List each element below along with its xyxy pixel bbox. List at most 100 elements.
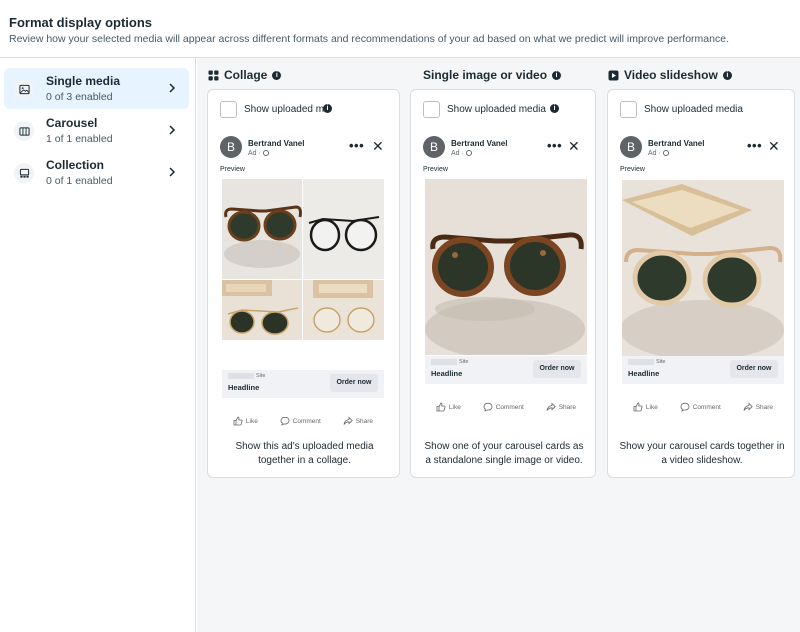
show-uploaded-media-checkbox[interactable]: [620, 101, 637, 118]
headline: Headline: [628, 369, 660, 378]
sidebar-item-single-media[interactable]: Single media 0 of 3 enabled: [4, 68, 189, 109]
site-label: Site: [459, 359, 469, 365]
site-placeholder: [628, 359, 654, 365]
column-title: Video slideshow: [624, 68, 718, 82]
image-icon: [14, 79, 34, 99]
collage-image-tortoise: [222, 179, 302, 279]
checkbox-label: Show uploaded media: [644, 104, 743, 115]
ad-label: Ad ·: [648, 150, 669, 157]
site-label: Site: [656, 359, 666, 365]
globe-icon: [262, 150, 269, 157]
info-icon[interactable]: i: [552, 70, 562, 80]
like-button[interactable]: Like: [633, 402, 658, 412]
format-description: Show one of your carousel cards as a sta…: [424, 441, 584, 466]
column-title-single-image: Single image or video i: [423, 68, 562, 82]
collection-icon: [14, 163, 34, 183]
ad-label: Ad ·: [248, 150, 269, 157]
page-subtitle: Review how your selected media will appe…: [9, 33, 729, 45]
avatar: B: [423, 136, 445, 158]
close-icon[interactable]: ✕: [768, 139, 780, 153]
chevron-right-icon: [165, 165, 179, 179]
column-title-collage: Collage i: [208, 68, 282, 82]
globe-icon: [465, 150, 472, 157]
sidebar-item-carousel[interactable]: Carousel 1 of 1 enabled: [4, 110, 189, 151]
avatar: B: [620, 136, 642, 158]
sidebar-item-label: Single media: [46, 74, 121, 88]
more-options-icon[interactable]: •••: [547, 139, 562, 152]
thumbs-up-icon: [436, 402, 446, 412]
site-placeholder: [228, 373, 254, 379]
close-icon[interactable]: ✕: [372, 139, 384, 153]
format-sidebar: Single media 0 of 3 enabled Carousel 1 o…: [0, 58, 196, 632]
post-actions: Like Comment Share: [425, 399, 587, 415]
checkbox-label: Show uploaded me: [244, 104, 330, 115]
page-title: Format display options: [9, 15, 153, 30]
grid-icon: [208, 70, 219, 81]
preview-card-video-slideshow: Show uploaded media B Bertrand Vanel Ad …: [607, 89, 795, 478]
sidebar-item-label: Carousel: [46, 116, 98, 130]
site-label: Site: [256, 373, 266, 379]
comment-button[interactable]: Comment: [280, 416, 321, 426]
format-description: Show your carousel cards together in a v…: [619, 441, 785, 466]
show-uploaded-media-checkbox[interactable]: [220, 101, 237, 118]
advertiser-name: Bertrand Vanel: [248, 139, 305, 148]
info-icon[interactable]: i: [550, 104, 559, 113]
single-image-media: [425, 179, 587, 355]
thumbs-up-icon: [633, 402, 643, 412]
info-icon[interactable]: i: [272, 70, 282, 80]
collage-image-gold-dark: [222, 280, 302, 340]
sidebar-item-collection[interactable]: Collection 0 of 1 enabled: [4, 152, 189, 193]
share-button[interactable]: Share: [546, 402, 576, 412]
info-icon[interactable]: i: [722, 70, 732, 80]
preview-label: Preview: [220, 166, 245, 173]
info-icon[interactable]: i: [323, 104, 332, 113]
comment-icon: [280, 416, 290, 426]
modal-header: Format display options Review how your s…: [0, 0, 800, 58]
order-now-button[interactable]: Order now: [730, 360, 778, 378]
order-now-button[interactable]: Order now: [533, 360, 581, 378]
collage-image-black: [303, 179, 384, 279]
cta-bar: Site Headline Order now: [622, 356, 784, 384]
sidebar-item-status: 0 of 3 enabled: [46, 91, 113, 103]
headline: Headline: [228, 383, 260, 392]
checkbox-label: Show uploaded media: [447, 104, 546, 115]
preview-card-collage: Show uploaded me i B Bertrand Vanel Ad ·…: [207, 89, 400, 478]
column-title: Collage: [224, 68, 268, 82]
format-previews: Collage i Show uploaded me i B Bertrand …: [197, 58, 800, 632]
site-placeholder: [431, 359, 457, 365]
share-icon: [343, 416, 353, 426]
close-icon[interactable]: ✕: [568, 139, 580, 153]
advertiser-name: Bertrand Vanel: [648, 139, 705, 148]
preview-card-single-image: Show uploaded media i B Bertrand Vanel A…: [410, 89, 596, 478]
post-actions: Like Comment Share: [622, 399, 784, 415]
globe-icon: [662, 150, 669, 157]
more-options-icon[interactable]: •••: [349, 139, 364, 152]
share-icon: [743, 402, 753, 412]
column-title-video-slideshow: Video slideshow i: [608, 68, 732, 82]
preview-label: Preview: [423, 166, 448, 173]
thumbs-up-icon: [233, 416, 243, 426]
more-options-icon[interactable]: •••: [747, 139, 762, 152]
comment-icon: [483, 402, 493, 412]
cta-bar: Site Headline Order now: [425, 356, 587, 384]
like-button[interactable]: Like: [436, 402, 461, 412]
like-button[interactable]: Like: [233, 416, 258, 426]
format-description: Show this ad's uploaded media together i…: [235, 441, 374, 466]
collage-media: [222, 179, 384, 340]
carousel-icon: [14, 121, 34, 141]
collage-image-gold-clear: [303, 280, 384, 340]
slideshow-media: [622, 180, 784, 356]
share-button[interactable]: Share: [743, 402, 773, 412]
comment-button[interactable]: Comment: [483, 402, 524, 412]
order-now-button[interactable]: Order now: [330, 374, 378, 392]
chevron-right-icon: [165, 81, 179, 95]
sidebar-item-label: Collection: [46, 158, 105, 172]
show-uploaded-media-checkbox[interactable]: [423, 101, 440, 118]
advertiser-name: Bertrand Vanel: [451, 139, 508, 148]
sidebar-item-status: 0 of 1 enabled: [46, 175, 113, 187]
comment-button[interactable]: Comment: [680, 402, 721, 412]
share-button[interactable]: Share: [343, 416, 373, 426]
comment-icon: [680, 402, 690, 412]
headline: Headline: [431, 369, 463, 378]
column-title: Single image or video: [423, 68, 548, 82]
